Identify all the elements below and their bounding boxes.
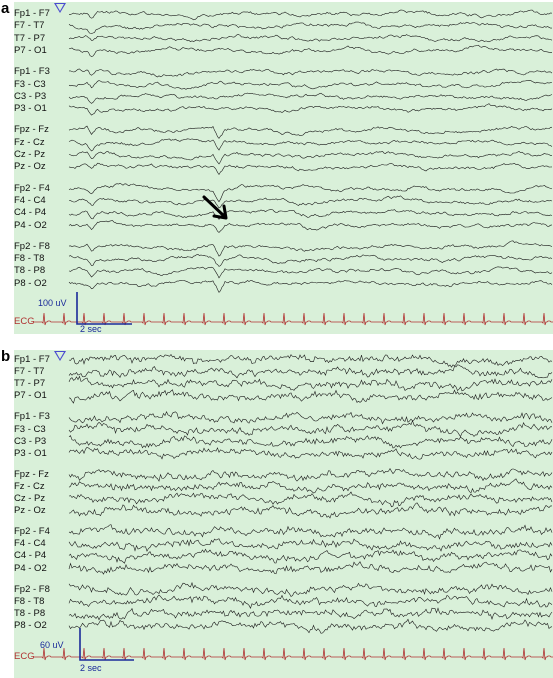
channel-label: F7 - T7 (14, 20, 45, 32)
channel-label: F3 - C3 (14, 78, 46, 90)
eeg-trace (68, 581, 553, 597)
channel-label: Fz - Cz (14, 136, 45, 148)
eeg-traces-a (34, 9, 553, 326)
channel-label: P3 - O1 (14, 447, 47, 459)
eeg-trace (68, 548, 553, 564)
panel-b-label: b (1, 348, 11, 365)
channel-label: T7 - P7 (14, 32, 46, 44)
channel-label: P4 - O2 (14, 219, 47, 231)
channel-label: F4 - C4 (14, 194, 46, 206)
ecg-label: ECG (14, 316, 35, 327)
channel-label: Fp1 - F7 (14, 8, 50, 19)
eeg-trace (68, 240, 553, 257)
channel-label: P7 - O1 (14, 390, 47, 402)
channel-label: C3 - P3 (14, 90, 47, 102)
eeg-trace (68, 364, 553, 379)
eeg-trace (68, 79, 553, 90)
time-scale-label: 2 sec (80, 324, 102, 334)
channel-label: Cz - Pz (14, 149, 46, 160)
channel-label: P4 - O2 (14, 562, 47, 574)
channel-label: F4 - C4 (14, 538, 46, 550)
eeg-trace (68, 524, 553, 540)
channel-label: Fp2 - F8 (14, 240, 50, 252)
amplitude-scale-label: 60 uV (40, 640, 64, 650)
channel-label: P7 - O1 (14, 44, 47, 56)
eeg-panel-a: Fp1 - F7 F7 - T7 T7 - P7 P7 - O1 Fp1 - F3 F3 … (14, 2, 553, 334)
arrow-icon (202, 195, 228, 220)
time-scale-label: 2 sec (80, 663, 102, 673)
channel-label: Fp2 - F4 (14, 526, 50, 538)
channel-label: Fz - Cz (14, 480, 45, 492)
eeg-trace (68, 9, 553, 21)
eeg-trace (68, 162, 553, 176)
eeg-trace (68, 280, 553, 293)
channel-label: T8 - P8 (14, 607, 46, 619)
channel-label: F3 - C3 (14, 423, 46, 435)
eeg-trace (68, 389, 553, 404)
channel-label: T8 - P8 (14, 265, 46, 277)
ecg-label: ECG (14, 651, 35, 662)
eeg-trace (68, 594, 553, 609)
channel-label: P3 - O1 (14, 103, 47, 115)
channel-label: Fp2 - F8 (14, 583, 50, 595)
eeg-trace (68, 92, 553, 104)
eeg-trace (68, 209, 553, 220)
channel-label: Cz - Pz (14, 493, 46, 504)
event-marker-icon (54, 351, 66, 361)
eeg-trace (68, 538, 553, 552)
channel-label: F7 - T7 (14, 366, 45, 378)
eeg-trace (68, 446, 553, 460)
eeg-trace (68, 103, 553, 116)
eeg-trace (68, 435, 553, 449)
eeg-trace (68, 220, 553, 233)
channel-label: C4 - P4 (14, 207, 47, 219)
channel-label: P8 - O2 (14, 277, 47, 289)
eeg-traces-b (34, 353, 553, 661)
channel-label: Fp1 - F3 (14, 411, 50, 423)
eeg-trace (68, 266, 553, 279)
eeg-trace (68, 502, 552, 519)
eeg-trace (68, 561, 553, 575)
channel-label: F8 - T8 (14, 595, 45, 607)
eeg-trace (68, 34, 553, 43)
eeg-trace (68, 182, 553, 203)
eeg-trace (68, 491, 553, 508)
eeg-trace (68, 254, 553, 267)
eeg-trace (68, 419, 553, 438)
eeg-trace (68, 21, 552, 34)
channel-label: Fpz - Fz (14, 468, 49, 480)
eeg-trace (68, 468, 553, 482)
ecg-trace (34, 647, 553, 661)
eeg-trace (68, 138, 553, 152)
eeg-trace (68, 195, 553, 209)
eeg-trace (69, 68, 553, 78)
eeg-trace (68, 410, 553, 425)
channel-label: Fp1 - F3 (14, 66, 50, 78)
channel-label: Fp1 - F7 (14, 354, 50, 365)
channel-label: P8 - O2 (14, 619, 47, 631)
channel-label: T7 - P7 (14, 378, 46, 390)
panel-a-label: a (1, 0, 10, 17)
amplitude-scale-label: 100 uV (38, 298, 67, 308)
calibration-bar (79, 628, 134, 661)
eeg-trace (68, 375, 553, 392)
eeg-trace (68, 150, 553, 165)
channel-label: Pz - Oz (14, 505, 46, 517)
event-marker-icon (54, 3, 66, 13)
channel-label: Fpz - Fz (14, 124, 49, 136)
channel-label: Pz - Oz (14, 161, 46, 173)
eeg-trace (68, 125, 553, 139)
eeg-trace (68, 607, 553, 621)
eeg-panel-b: Fp1 - F7 F7 - T7 T7 - P7 P7 - O1 Fp1 - F3 F3 … (14, 350, 553, 678)
eeg-trace (68, 478, 553, 494)
channel-label: F8 - T8 (14, 253, 45, 265)
channel-label: Fp2 - F4 (14, 182, 50, 194)
eeg-trace (68, 44, 553, 57)
eeg-trace (68, 353, 553, 368)
channel-label: C3 - P3 (14, 435, 47, 447)
eeg-trace (68, 618, 553, 634)
channel-label: C4 - P4 (14, 550, 47, 562)
